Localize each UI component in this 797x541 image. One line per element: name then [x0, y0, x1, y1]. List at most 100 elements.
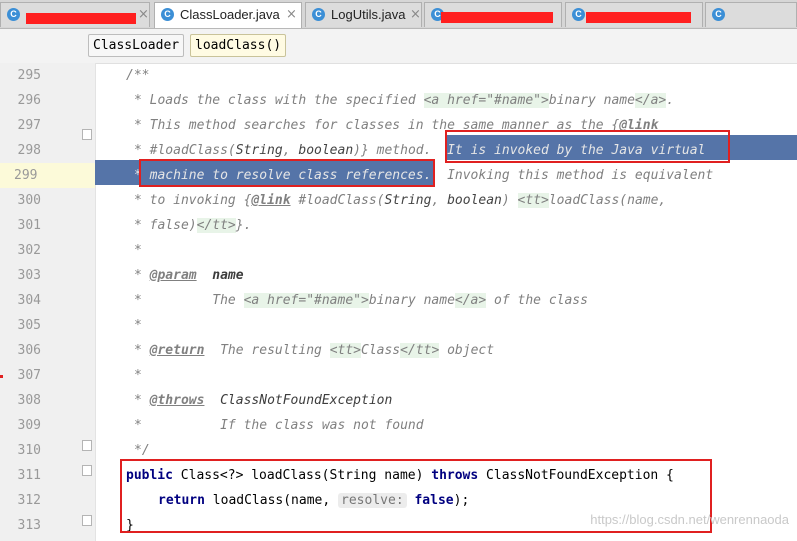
code-line-304[interactable]: * The <a href="#name">binary name</a> of… — [134, 288, 588, 313]
comment-text: * If the class was not found — [134, 418, 424, 433]
comment-text: * — [134, 393, 150, 408]
code-line-296[interactable]: * Loads the class with the specified <a … — [134, 88, 674, 113]
tab-classloader-java[interactable]: C ClassLoader.java × — [154, 2, 302, 28]
line-number: 304 — [17, 293, 41, 308]
comment-text: )} method. — [353, 143, 448, 158]
fold-marker-icon[interactable] — [82, 440, 92, 451]
javadoc-tag: @param — [149, 268, 197, 283]
class-file-icon: C — [712, 8, 725, 21]
comment-text: loadClass(name, — [548, 193, 667, 208]
code-line-303[interactable]: * @param name — [134, 263, 244, 288]
comment-text: #loadClass( — [290, 193, 385, 208]
html-tag: </tt> — [196, 218, 236, 233]
comment-text: String — [235, 143, 283, 158]
line-number: 306 — [17, 343, 41, 358]
change-marker — [0, 375, 3, 378]
breadcrumb-method[interactable]: loadClass() — [190, 34, 287, 57]
html-tag: <a href="#name"> — [243, 293, 369, 308]
tab-redacted-1[interactable]: C × — [0, 2, 150, 27]
editor-tab-bar: C × C ClassLoader.java × C LogUtils.java… — [0, 0, 797, 29]
code-line-306[interactable]: * @return The resulting <tt>Class</tt> o… — [134, 338, 494, 363]
class-file-icon: C — [7, 8, 20, 21]
comment-text: Class — [361, 343, 401, 358]
line-number: 301 — [17, 218, 41, 233]
tab-redacted-2[interactable]: C — [424, 2, 562, 27]
comment-text: ) — [501, 193, 518, 208]
comment-text: * Loads the class with the specified — [134, 93, 424, 108]
close-icon[interactable]: × — [138, 7, 149, 22]
line-number: 297 — [17, 118, 41, 133]
comment-text: * — [134, 368, 142, 383]
tab-partial[interactable]: C — [705, 2, 797, 27]
line-number: 305 — [17, 318, 41, 333]
comment-text: * — [134, 268, 150, 283]
comment-text: String — [384, 193, 432, 208]
line-number: 300 — [17, 193, 41, 208]
code-line-309[interactable]: * If the class was not found — [134, 413, 424, 438]
class-file-icon: C — [312, 8, 325, 21]
code-line-302[interactable]: * — [134, 238, 142, 263]
line-number: 309 — [17, 418, 41, 433]
html-tag: <tt> — [329, 343, 361, 358]
exception-name: ClassNotFoundException — [204, 393, 393, 408]
line-number-gutter: 295 296 297 298 299 300 301 302 303 304 … — [0, 63, 95, 541]
comment-text: The resulting — [204, 343, 330, 358]
comment-text: of the class — [486, 293, 588, 308]
comment-text: boolean — [447, 193, 502, 208]
comment-text: binary name — [548, 93, 635, 108]
line-number: 295 — [17, 68, 41, 83]
comment-text: */ — [134, 443, 150, 458]
code-line-308[interactable]: * @throws ClassNotFoundException — [134, 388, 392, 413]
comment-text: * — [134, 343, 150, 358]
tab-label: ClassLoader.java — [180, 7, 280, 22]
comment-text: /** — [126, 68, 150, 83]
line-number: 302 — [17, 243, 41, 258]
line-number: 307 — [17, 368, 41, 383]
line-number: 312 — [17, 493, 41, 508]
class-file-icon: C — [572, 8, 585, 21]
html-tag: <a href="#name"> — [423, 93, 549, 108]
watermark: https://blog.csdn.net/wenrennaoda — [590, 512, 789, 527]
annotation-box — [445, 130, 730, 163]
code-line-295[interactable]: /** — [126, 63, 149, 88]
html-tag: </a> — [454, 293, 487, 308]
tab-logutils-java[interactable]: C LogUtils.java × — [305, 2, 422, 27]
line-number: 313 — [17, 518, 41, 533]
line-number: 298 — [17, 143, 41, 158]
line-number: 308 — [17, 393, 41, 408]
code-line-300[interactable]: * to invoking {@link #loadClass(String, … — [134, 188, 666, 213]
comment-text: , — [282, 143, 299, 158]
breadcrumb: ClassLoader loadClass() — [0, 29, 797, 64]
code-line-305[interactable]: * — [134, 313, 142, 338]
comment-text: * #loadClass( — [134, 143, 236, 158]
comment-text: }. — [235, 218, 252, 233]
breadcrumb-class[interactable]: ClassLoader — [88, 34, 185, 57]
code-line-307[interactable]: * — [134, 363, 142, 388]
close-icon[interactable]: × — [286, 7, 297, 22]
gutter-divider — [95, 63, 96, 541]
line-number: 296 — [17, 93, 41, 108]
line-number: 310 — [17, 443, 41, 458]
comment-text: , — [431, 193, 448, 208]
html-tag: </tt> — [400, 343, 440, 358]
html-tag: <tt> — [517, 193, 549, 208]
redaction-bar — [586, 12, 691, 23]
code-line-301[interactable]: * false)</tt>}. — [134, 213, 251, 238]
comment-text: * The — [134, 293, 244, 308]
line-number-current: 299 — [0, 163, 95, 188]
tab-label: LogUtils.java — [331, 7, 406, 22]
fold-marker-icon[interactable] — [82, 129, 92, 140]
redaction-bar — [26, 13, 136, 24]
javadoc-tag: @return — [149, 343, 205, 358]
tab-redacted-3[interactable]: C — [565, 2, 703, 27]
comment-text: * — [134, 243, 142, 258]
javadoc-tag: @throws — [149, 393, 205, 408]
fold-marker-icon[interactable] — [82, 465, 92, 476]
comment-text: * false) — [134, 218, 197, 233]
html-tag: </a> — [634, 93, 667, 108]
close-icon[interactable]: × — [410, 7, 421, 22]
comment-text: Invoking this method is equivalent — [431, 168, 714, 183]
fold-marker-icon[interactable] — [82, 515, 92, 526]
line-number: 311 — [17, 468, 41, 483]
comment-text: object — [439, 343, 495, 358]
